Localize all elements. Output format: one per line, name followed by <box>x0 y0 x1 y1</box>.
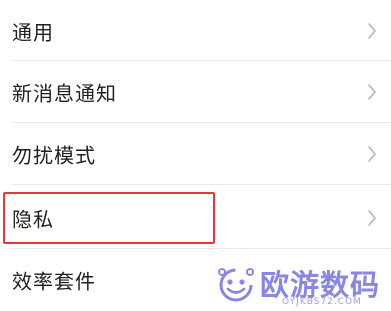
settings-item-privacy[interactable]: 隐私 <box>0 187 391 249</box>
settings-item-general[interactable]: 通用 <box>0 0 391 62</box>
settings-item-label: 通用 <box>12 20 54 45</box>
settings-item-label: 新消息通知 <box>12 81 117 106</box>
chevron-right-icon <box>368 210 376 226</box>
smiley-logo-icon <box>218 268 254 302</box>
watermark: 欧游数码 OYJKBS72.COM <box>216 262 386 308</box>
chevron-right-icon <box>368 84 376 100</box>
settings-list: 通用 新消息通知 勿扰模式 隐私 效率套件 欧游数码 OYJKBS72.COM <box>0 0 391 310</box>
settings-item-label: 勿扰模式 <box>12 143 96 168</box>
watermark-url: OYJKBS72.COM <box>282 297 362 307</box>
settings-item-label: 效率套件 <box>12 269 96 294</box>
settings-item-new-message-notification[interactable]: 新消息通知 <box>0 61 391 123</box>
settings-item-do-not-disturb[interactable]: 勿扰模式 <box>0 123 391 185</box>
chevron-right-icon <box>368 23 376 39</box>
divider <box>12 184 391 185</box>
chevron-right-icon <box>368 146 376 162</box>
settings-item-label: 隐私 <box>12 207 54 232</box>
